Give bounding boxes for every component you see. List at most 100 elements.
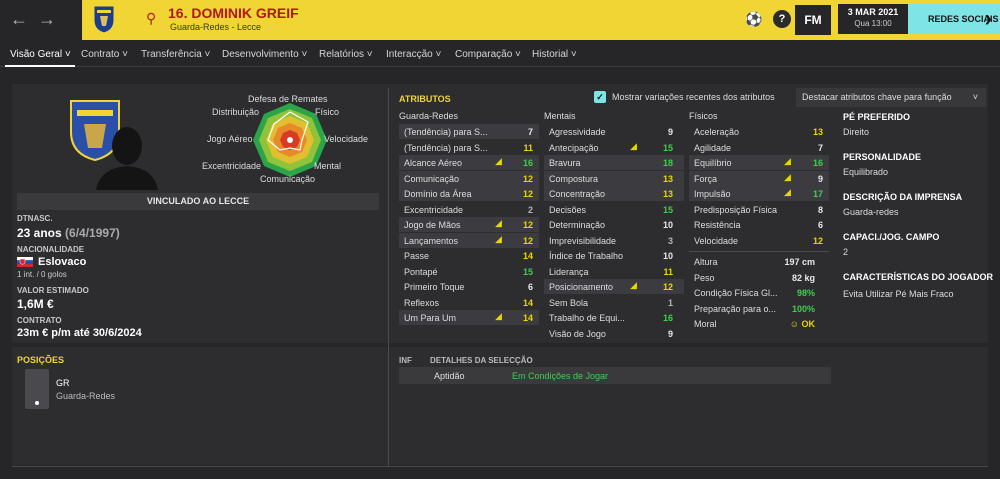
attribute-row[interactable]: Velocidade 12 xyxy=(689,233,829,248)
nationality-label: NACIONALIDADE xyxy=(17,245,85,254)
club-crest-icon[interactable] xyxy=(92,4,116,34)
tab-interaction[interactable]: Interacção ˅ xyxy=(386,49,441,60)
attribute-row[interactable]: Agilidade 7 xyxy=(689,140,829,155)
dob-label: DTNASC. xyxy=(17,214,53,223)
attribute-value: 12 xyxy=(812,235,823,246)
attribute-row[interactable]: Concentração 13 xyxy=(544,186,684,201)
attribute-row[interactable]: (Tendência) para S... 7 xyxy=(399,124,539,139)
contract-label: CONTRATO xyxy=(17,316,62,325)
attribute-value: 16 xyxy=(662,313,673,323)
attribute-row[interactable]: Compostura 13 xyxy=(544,170,684,186)
player-trait[interactable]: Evita Utilizar Pé Mais Fraco xyxy=(843,289,954,299)
attribute-name: Passe xyxy=(404,251,430,261)
social-button[interactable]: REDES SOCIAIS ❯ xyxy=(908,4,1000,34)
attribute-name: Agilidade xyxy=(694,142,732,153)
show-changes-label[interactable]: Mostrar variações recentes dos atributos xyxy=(612,92,775,102)
stat-value: ☺ OK xyxy=(789,319,815,329)
trend-arrow-icon: ◢ xyxy=(630,140,637,151)
help-icon[interactable]: ? xyxy=(773,10,791,28)
attributes-header: ATRIBUTOS xyxy=(399,94,451,104)
attribute-row[interactable]: Impulsão ◢ 17 xyxy=(689,186,829,201)
attribute-row[interactable]: Jogo de Mãos ◢ 12 xyxy=(399,217,539,232)
radar-label-physical: Físico xyxy=(315,107,340,117)
preferred-foot-value: Direito xyxy=(843,127,870,137)
attribute-value: 12 xyxy=(522,235,533,246)
ball-icon[interactable]: ⚽ xyxy=(745,10,763,28)
attribute-value: 7 xyxy=(817,142,823,153)
attribute-name: Um Para Um xyxy=(404,313,457,323)
attribute-row[interactable]: Posicionamento ◢ 12 xyxy=(544,279,684,294)
attribute-name: Comunicação xyxy=(404,173,460,184)
attribute-row[interactable]: Comunicação 12 xyxy=(399,170,539,186)
tab-reports[interactable]: Relatórios ˅ xyxy=(319,49,373,60)
tab-overview[interactable]: Visão Geral ˅ xyxy=(10,49,71,60)
attribute-name: Antecipação xyxy=(549,142,599,153)
tab-contract[interactable]: Contrato ˅ xyxy=(81,49,128,60)
stat-row: Condição Física Gl... 98% xyxy=(689,285,829,300)
show-changes-checkbox[interactable]: ✓ xyxy=(594,91,606,103)
attribute-value: 11 xyxy=(523,142,533,153)
attribute-row[interactable]: Um Para Um ◢ 14 xyxy=(399,310,539,325)
attribute-name: Posicionamento xyxy=(549,282,614,292)
attribute-value: 6 xyxy=(527,282,533,292)
attribute-row[interactable]: Bravura 18 xyxy=(544,155,684,170)
attribute-row[interactable]: Pontapé 15 xyxy=(399,264,539,279)
personality-value: Equilibrado xyxy=(843,167,889,177)
attribute-row[interactable]: Predisposição Física 8 xyxy=(689,202,829,217)
attribute-row[interactable]: Lançamentos ◢ 12 xyxy=(399,232,539,248)
age-value: 23 anos (6/4/1997) xyxy=(17,226,120,240)
attribute-row[interactable]: Decisões 15 xyxy=(544,202,684,217)
attribute-row[interactable]: Alcance Aéreo ◢ 16 xyxy=(399,155,539,170)
attribute-value: 7 xyxy=(527,127,533,137)
attribute-row[interactable]: Domínio da Área 12 xyxy=(399,186,539,201)
tab-history[interactable]: Historial ˅ xyxy=(532,49,577,60)
physical-header: Físicos xyxy=(689,111,718,121)
trend-arrow-icon: ◢ xyxy=(784,171,791,182)
attribute-value: 17 xyxy=(812,189,823,199)
attribute-value: 11 xyxy=(663,266,673,277)
highlight-role-dropdown[interactable]: Destacar atributos chave para função ˅ xyxy=(796,88,986,107)
attribute-row[interactable]: Excentricidade 2 xyxy=(399,202,539,217)
date-box[interactable]: 3 MAR 2021 Qua 13:00 xyxy=(838,4,908,34)
attribute-value: 13 xyxy=(812,127,823,137)
attribute-row[interactable]: Sem Bola 1 xyxy=(544,295,684,310)
radar-label-shot-stopping: Defesa de Remates xyxy=(248,94,328,104)
international-caps: 1 int. / 0 golos xyxy=(17,270,67,279)
attribute-row[interactable]: Resistência 6 xyxy=(689,217,829,232)
search-icon[interactable]: ⚲ xyxy=(146,10,156,27)
attribute-row[interactable]: Reflexos 14 xyxy=(399,295,539,310)
stat-name: Altura xyxy=(694,257,718,267)
attribute-row[interactable]: Equilíbrio ◢ 16 xyxy=(689,155,829,170)
tab-development[interactable]: Desenvolvimento ˅ xyxy=(222,49,307,60)
forward-arrow-icon[interactable]: → xyxy=(38,9,56,30)
attribute-row[interactable]: Agressividade 9 xyxy=(544,124,684,139)
attribute-value: 12 xyxy=(522,189,533,199)
player-subtitle[interactable]: Guarda-Redes - Lecce xyxy=(170,22,261,32)
attribute-row[interactable]: Primeiro Toque 6 xyxy=(399,279,539,294)
attribute-value: 16 xyxy=(522,158,533,168)
fm-logo[interactable]: FM xyxy=(795,5,831,35)
attribute-row[interactable]: Força ◢ 9 xyxy=(689,170,829,186)
attribute-name: Domínio da Área xyxy=(404,189,472,199)
attribute-row[interactable]: Visão de Jogo 9 xyxy=(544,326,684,341)
attribute-row[interactable]: Imprevisibilidade 3 xyxy=(544,233,684,248)
back-arrow-icon[interactable]: ← xyxy=(10,9,28,30)
attribute-row[interactable]: Passe 14 xyxy=(399,248,539,263)
attribute-row[interactable]: (Tendência) para S... 11 xyxy=(399,140,539,155)
attribute-row[interactable]: Índice de Trabalho 10 xyxy=(544,248,684,263)
attribute-name: Aceleração xyxy=(694,127,740,137)
attribute-row[interactable]: Aceleração 13 xyxy=(689,124,829,139)
nationality-value[interactable]: Eslovaco xyxy=(38,256,86,268)
attribute-row[interactable]: Liderança 11 xyxy=(544,264,684,279)
stat-row: Altura 197 cm xyxy=(689,254,829,269)
bottom-divider xyxy=(12,466,988,467)
attribute-value: 18 xyxy=(662,158,673,168)
attribute-value: 13 xyxy=(662,173,673,184)
attribute-row[interactable]: Determinação 10 xyxy=(544,217,684,232)
attribute-row[interactable]: Antecipação ◢ 15 xyxy=(544,140,684,155)
contract-value: 23m € p/m até 30/6/2024 xyxy=(17,327,142,339)
tab-comparison[interactable]: Comparação ˅ xyxy=(455,49,521,60)
tab-transfer[interactable]: Transferência ˅ xyxy=(141,49,210,60)
attribute-row[interactable]: Trabalho de Equi... 16 xyxy=(544,310,684,325)
attribute-value: 9 xyxy=(817,173,823,184)
